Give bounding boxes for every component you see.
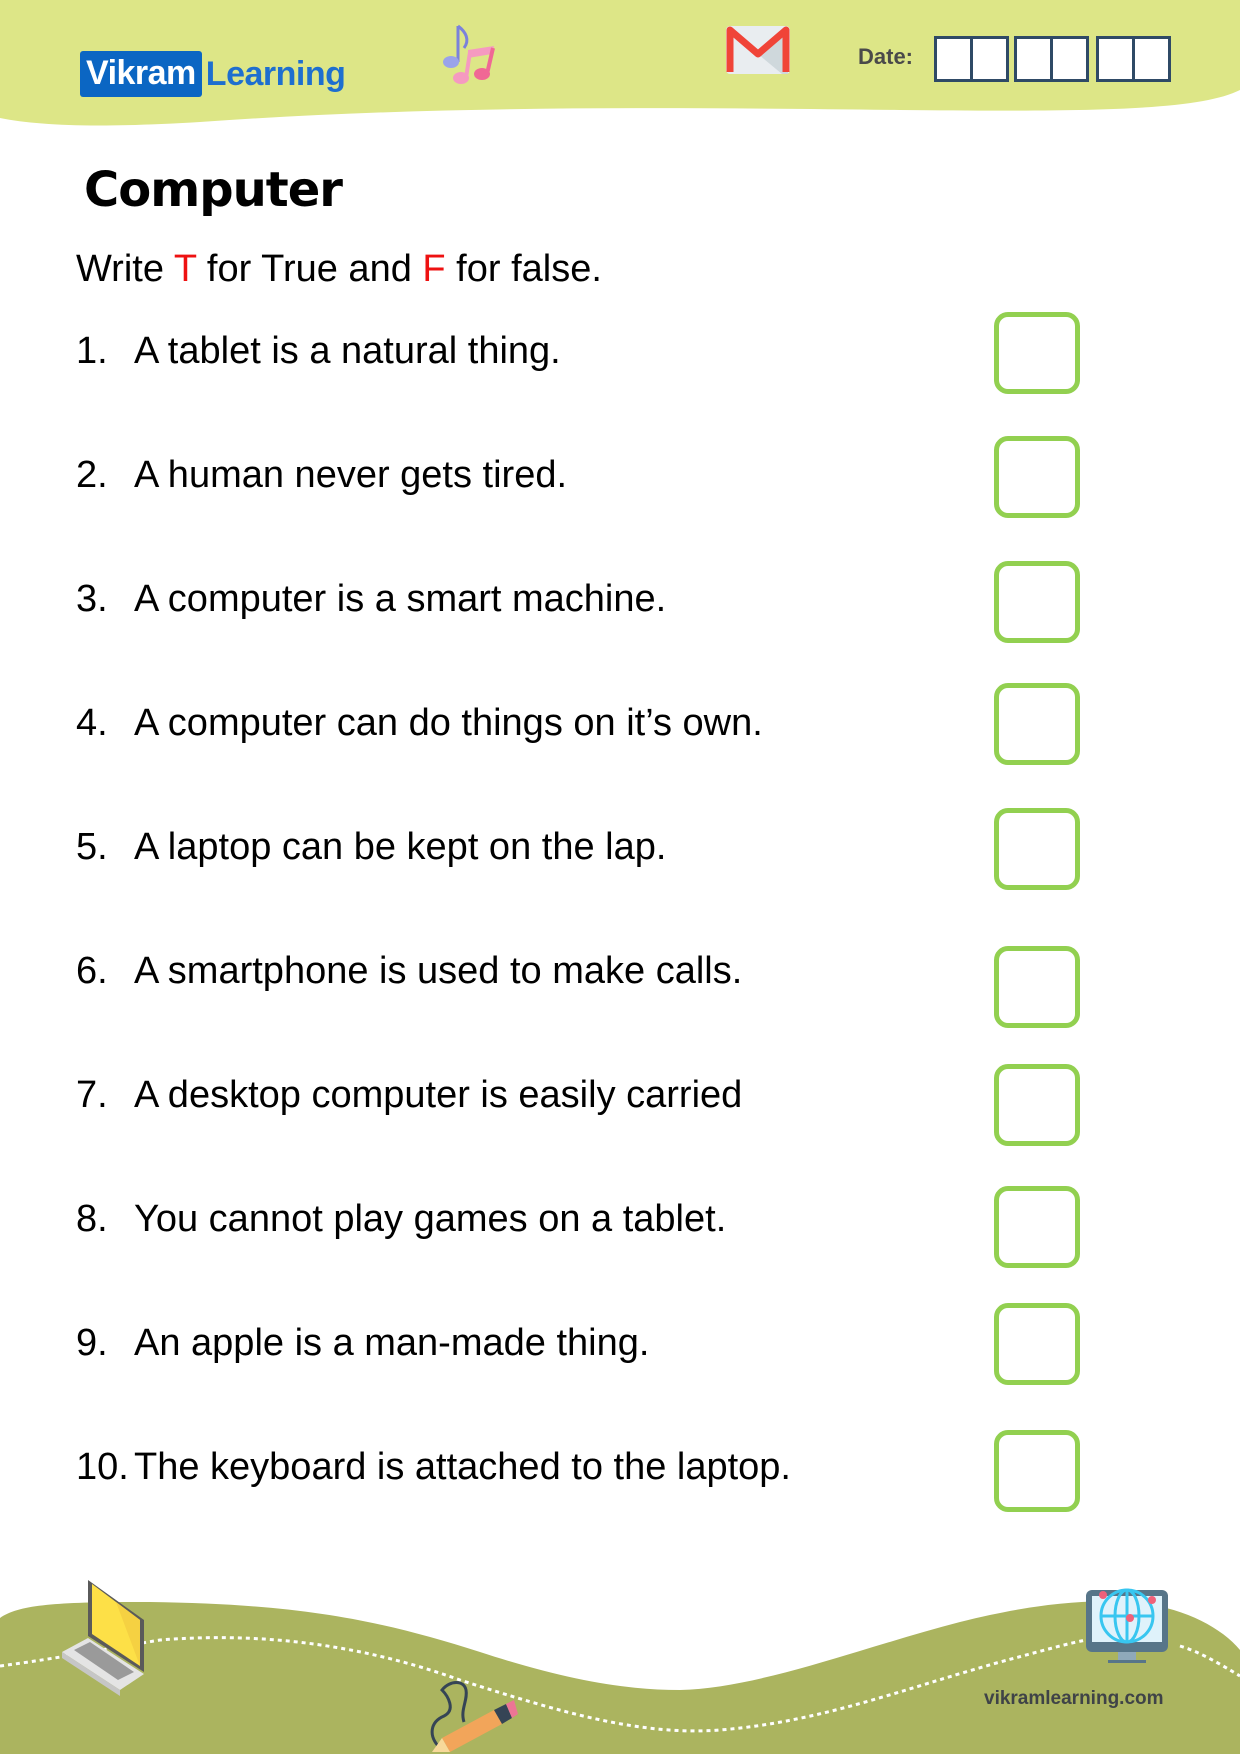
question-text: The keyboard is attached to the laptop.: [134, 1446, 791, 1488]
instruction-part: for True and: [196, 248, 423, 290]
brand-logo: Vikram Learning: [80, 50, 346, 98]
date-digit-box[interactable]: [1014, 36, 1053, 82]
question-number: 7.: [76, 1074, 108, 1116]
date-day-field[interactable]: [934, 36, 1009, 82]
answer-box[interactable]: [994, 808, 1080, 890]
question-number: 9.: [76, 1322, 108, 1364]
question-item: 2. A human never gets tired.: [76, 454, 567, 497]
question-item: 4. A computer can do things on it’s own.: [76, 702, 763, 745]
date-digit-box[interactable]: [934, 36, 973, 82]
globe-monitor-icon: [1086, 1588, 1168, 1663]
pencil-icon: [430, 1681, 518, 1752]
question-item: 7. A desktop computer is easily carried: [76, 1074, 742, 1117]
answer-box[interactable]: [994, 561, 1080, 643]
question-number: 10.: [76, 1446, 129, 1488]
question-number: 8.: [76, 1198, 108, 1240]
instruction-part: Write: [76, 248, 174, 290]
answer-box[interactable]: [994, 1186, 1080, 1268]
music-notes-icon: [443, 24, 495, 84]
answer-box[interactable]: [994, 683, 1080, 765]
instruction-text: Write T for True and F for false.: [76, 248, 602, 291]
answer-box[interactable]: [994, 312, 1080, 394]
question-number: 5.: [76, 826, 108, 868]
question-text: A tablet is a natural thing.: [134, 330, 561, 372]
gmail-icon: [726, 26, 790, 74]
question-text: A computer can do things on it’s own.: [134, 702, 763, 744]
question-text: An apple is a man-made thing.: [134, 1322, 650, 1364]
question-item: 5. A laptop can be kept on the lap.: [76, 826, 666, 869]
date-digit-box[interactable]: [1132, 36, 1171, 82]
answer-box[interactable]: [994, 946, 1080, 1028]
question-text: A computer is a smart machine.: [134, 578, 667, 620]
question-text: A desktop computer is easily carried: [134, 1074, 743, 1116]
instruction-part: for false.: [445, 248, 602, 290]
date-digit-box[interactable]: [1096, 36, 1135, 82]
date-digit-box[interactable]: [970, 36, 1009, 82]
question-number: 2.: [76, 454, 108, 496]
question-number: 1.: [76, 330, 108, 372]
date-month-field[interactable]: [1014, 36, 1089, 82]
question-text: A human never gets tired.: [134, 454, 568, 496]
question-item: 8. You cannot play games on a tablet.: [76, 1198, 726, 1241]
question-number: 3.: [76, 578, 108, 620]
question-number: 6.: [76, 950, 108, 992]
date-label: Date:: [858, 44, 914, 69]
brand-logo-box: Vikram: [80, 51, 202, 97]
question-text: A smartphone is used to make calls.: [134, 950, 743, 992]
answer-box[interactable]: [994, 436, 1080, 518]
question-text: A laptop can be kept on the lap.: [134, 826, 667, 868]
true-letter: T: [173, 248, 197, 290]
question-number: 4.: [76, 702, 108, 744]
date-year-field[interactable]: [1096, 36, 1171, 82]
worksheet-title: Computer: [84, 162, 343, 218]
false-letter: F: [422, 248, 446, 290]
question-item: 1. A tablet is a natural thing.: [76, 330, 561, 373]
website-url[interactable]: vikramlearning.com: [984, 1688, 1164, 1710]
question-item: 9. An apple is a man-made thing.: [76, 1322, 649, 1365]
question-item: 6. A smartphone is used to make calls.: [76, 950, 742, 993]
footer-band: [0, 1601, 1240, 1754]
question-item: 10. The keyboard is attached to the lapto…: [76, 1446, 791, 1489]
laptop-icon: [62, 1580, 144, 1696]
question-text: You cannot play games on a tablet.: [134, 1198, 727, 1240]
answer-box[interactable]: [994, 1303, 1080, 1385]
brand-logo-text: Learning: [205, 55, 346, 93]
answer-box[interactable]: [994, 1430, 1080, 1512]
question-item: 3. A computer is a smart machine.: [76, 578, 666, 621]
date-digit-box[interactable]: [1050, 36, 1089, 82]
answer-box[interactable]: [994, 1064, 1080, 1146]
